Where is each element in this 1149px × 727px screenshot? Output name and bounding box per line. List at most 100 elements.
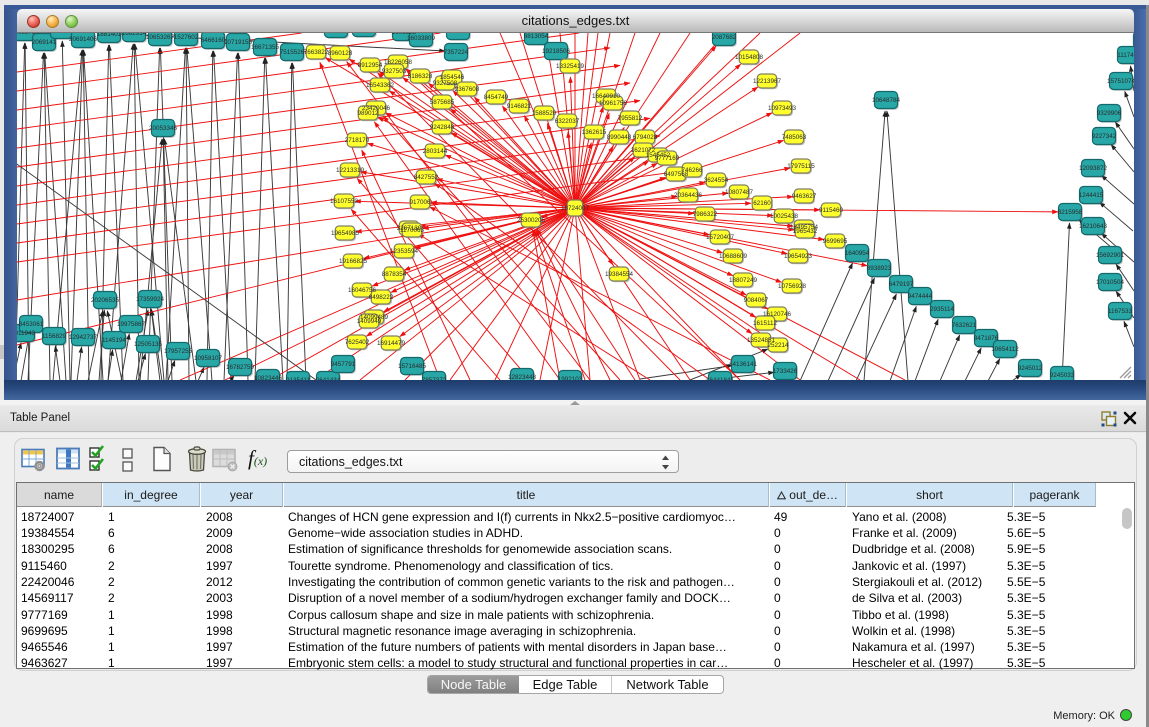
svg-text:8938923: 8938923 — [867, 265, 892, 272]
svg-text:10654112: 10654112 — [991, 346, 1019, 353]
svg-text:1881401: 1881401 — [97, 33, 122, 38]
svg-text:1145194: 1145194 — [102, 337, 127, 344]
svg-text:10958107: 10958107 — [194, 355, 223, 362]
svg-text:7663822: 7663822 — [304, 49, 329, 56]
svg-text:2087682: 2087682 — [712, 34, 737, 41]
svg-text:8813054: 8813054 — [524, 33, 549, 40]
svg-text:1362615: 1362615 — [582, 129, 607, 136]
svg-text:13325419: 13325419 — [556, 63, 585, 70]
svg-text:1854546: 1854546 — [440, 74, 465, 81]
svg-text:10807487: 10807487 — [725, 189, 754, 196]
svg-text:18807249: 18807249 — [729, 277, 758, 284]
svg-text:12505135: 12505135 — [134, 341, 163, 348]
svg-text:7357224: 7357224 — [444, 49, 469, 56]
svg-text:19218506: 19218506 — [542, 48, 571, 55]
svg-text:15751074: 15751074 — [1107, 78, 1134, 85]
svg-text:14055724: 14055724 — [17, 33, 39, 36]
svg-text:12213319: 12213319 — [336, 167, 365, 174]
svg-text:9084067: 9084067 — [744, 297, 769, 304]
svg-text:10823446: 10823446 — [254, 375, 283, 380]
svg-text:917006: 917006 — [409, 199, 431, 206]
svg-text:2803144: 2803144 — [423, 148, 448, 155]
svg-text:1940362: 1940362 — [50, 33, 75, 34]
svg-text:6466160: 6466160 — [201, 37, 226, 44]
svg-text:25300205: 25300205 — [517, 217, 546, 224]
svg-text:1662914: 1662914 — [122, 33, 147, 37]
svg-text:16033809: 16033809 — [407, 35, 436, 42]
svg-text:19654985: 19654985 — [331, 230, 360, 237]
svg-text:1615112: 1615112 — [753, 320, 778, 327]
svg-text:12942737: 12942737 — [69, 334, 98, 341]
svg-text:9146821: 9146821 — [507, 103, 532, 110]
svg-text:3911943: 3911943 — [17, 330, 36, 337]
svg-text:8453061: 8453061 — [19, 321, 44, 328]
svg-text:17975115: 17975115 — [787, 163, 815, 170]
svg-text:8960128: 8960128 — [328, 50, 353, 57]
svg-text:10025438: 10025438 — [770, 213, 799, 220]
svg-text:19384554: 19384554 — [605, 271, 634, 278]
svg-text:16107553: 16107553 — [330, 198, 359, 205]
svg-text:746266: 746266 — [681, 167, 703, 174]
svg-text:9329906: 9329906 — [1097, 110, 1122, 117]
svg-text:1117404: 1117404 — [1117, 52, 1134, 59]
svg-text:8215958: 8215958 — [1058, 209, 1083, 216]
svg-text:19654923: 19654923 — [784, 253, 813, 260]
svg-text:8186328: 8186328 — [408, 73, 433, 80]
svg-text:1588520: 1588520 — [532, 110, 557, 117]
svg-text:10154808: 10154808 — [735, 54, 764, 61]
svg-text:16046756: 16046756 — [348, 287, 377, 294]
svg-text:7625402: 7625402 — [345, 339, 370, 346]
svg-text:1409949: 1409949 — [357, 318, 382, 325]
svg-text:10648784: 10648784 — [872, 97, 901, 104]
svg-text:15692901: 15692901 — [1096, 252, 1125, 259]
svg-text:8990448: 8990448 — [607, 134, 632, 141]
svg-text:10961758: 10961758 — [599, 100, 628, 107]
svg-text:12213967: 12213967 — [753, 78, 782, 85]
svg-text:252214: 252214 — [767, 342, 789, 349]
svg-text:12093872: 12093872 — [1079, 165, 1108, 172]
svg-text:8498222: 8498222 — [369, 294, 394, 301]
svg-text:8454749: 8454749 — [484, 94, 509, 101]
svg-text:15720407: 15720407 — [706, 234, 735, 241]
svg-text:2367608: 2367608 — [455, 86, 480, 93]
svg-text:7857372: 7857372 — [422, 377, 447, 380]
svg-text:9245012: 9245012 — [1018, 365, 1043, 372]
svg-text:9245033: 9245033 — [1050, 372, 1075, 379]
svg-text:16120746: 16120746 — [763, 311, 792, 318]
svg-text:12823448: 12823448 — [508, 374, 537, 380]
svg-text:9463627: 9463627 — [792, 193, 817, 200]
svg-text:9115460: 9115460 — [819, 207, 844, 214]
svg-text:16210643: 16210643 — [1079, 223, 1108, 230]
svg-text:10688609: 10688609 — [719, 253, 748, 260]
svg-text:1965432: 1965432 — [793, 228, 818, 235]
svg-text:7485063: 7485063 — [782, 134, 807, 141]
svg-text:16914479: 16914479 — [377, 340, 406, 347]
svg-text:7515526: 7515526 — [280, 49, 305, 56]
svg-text:6479197: 6479197 — [889, 281, 914, 288]
svg-text:2718170: 2718170 — [345, 137, 370, 144]
svg-text:10973493: 10973493 — [768, 105, 797, 112]
svg-text:1640954: 1640954 — [845, 250, 870, 257]
svg-text:17359924: 17359924 — [136, 296, 165, 303]
svg-text:17957255: 17957255 — [164, 348, 193, 355]
svg-text:3624554: 3624554 — [704, 177, 729, 184]
svg-text:9135411: 9135411 — [286, 377, 311, 380]
svg-text:8912954: 8912954 — [358, 62, 383, 69]
svg-text:1156829: 1156829 — [42, 333, 67, 340]
svg-text:8878354: 8878354 — [382, 271, 407, 278]
svg-text:19975867: 19975867 — [117, 321, 146, 328]
svg-text:1167533: 1167533 — [1108, 308, 1133, 315]
svg-text:16543362: 16543362 — [366, 82, 395, 89]
svg-text:7986322: 7986322 — [693, 211, 718, 218]
svg-text:6794028: 6794028 — [633, 134, 658, 141]
svg-text:1992103: 1992103 — [558, 376, 583, 380]
svg-text:5875685: 5875685 — [430, 99, 455, 106]
svg-text:7955812: 7955812 — [618, 115, 643, 122]
svg-text:2935114: 2935114 — [930, 306, 955, 313]
svg-text:20053346: 20053346 — [149, 125, 178, 132]
svg-text:16671355: 16671355 — [251, 44, 280, 51]
svg-text:8427552: 8427552 — [414, 174, 439, 181]
svg-text:9474444: 9474444 — [908, 293, 933, 300]
svg-text:15716485: 15716485 — [398, 363, 427, 370]
svg-text:9327503: 9327503 — [382, 68, 407, 75]
